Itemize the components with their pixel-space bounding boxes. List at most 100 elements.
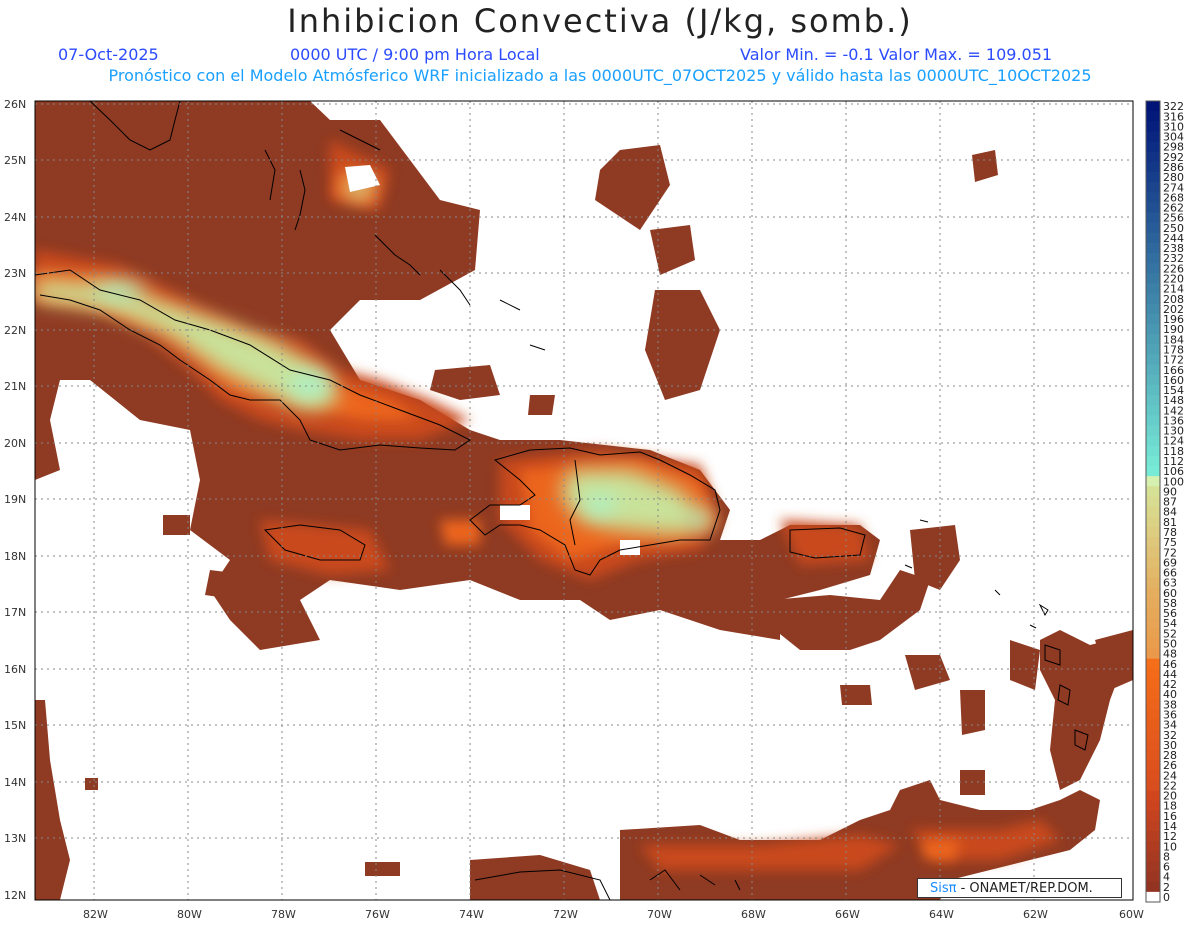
lat-label: 16N — [4, 663, 26, 676]
colorbar-swatch — [1146, 770, 1160, 781]
lat-label: 25N — [4, 154, 26, 167]
colorbar-swatch — [1146, 192, 1160, 203]
lat-label: 19N — [4, 493, 26, 506]
colorbar-swatch — [1146, 536, 1160, 548]
colorbar-swatch — [1146, 516, 1160, 528]
lon-label: 76W — [365, 908, 390, 921]
colorbar-swatch — [1146, 364, 1160, 376]
colorbar-swatch — [1146, 232, 1160, 244]
colorbar-swatch — [1146, 455, 1160, 467]
colorbar-swatch — [1146, 810, 1160, 822]
colorbar-swatch — [1146, 486, 1160, 497]
colorbar-swatch — [1146, 374, 1160, 386]
colorbar-swatch — [1146, 871, 1160, 883]
colorbar-swatch — [1146, 729, 1160, 741]
lat-label: 18N — [4, 550, 26, 563]
colorbar-swatch — [1146, 171, 1160, 183]
colorbar-swatch — [1146, 202, 1160, 214]
lat-label: 13N — [4, 832, 26, 845]
colorbar-swatch — [1146, 851, 1160, 862]
lat-label: 15N — [4, 719, 26, 732]
lon-label: 70W — [647, 908, 672, 921]
lon-label: 74W — [459, 908, 484, 921]
colorbar-swatch — [1146, 273, 1160, 285]
colorbar-swatch — [1146, 161, 1160, 173]
latitude-axis: 26N 25N 24N 23N 22N 21N 20N 19N 18N 17N … — [4, 98, 26, 902]
colorbar-swatch — [1146, 699, 1160, 710]
colorbar-swatch — [1146, 445, 1160, 457]
colorbar-swatch — [1146, 790, 1160, 802]
colorbar-swatch — [1146, 689, 1160, 700]
colorbar-swatch — [1146, 111, 1160, 122]
colorbar-swatch — [1146, 425, 1160, 437]
lon-label: 80W — [177, 908, 202, 921]
colorbar-swatch — [1146, 526, 1160, 538]
colorbar-swatch — [1146, 141, 1160, 153]
colorbar-swatch — [1146, 354, 1160, 366]
cin-field — [35, 101, 1133, 900]
colorbar-swatch — [1146, 212, 1160, 224]
colorbar-swatch — [1146, 496, 1160, 508]
lon-label: 72W — [553, 908, 578, 921]
colorbar-swatch — [1146, 121, 1160, 132]
colorbar-swatch — [1146, 435, 1160, 447]
colorbar-swatch — [1146, 709, 1160, 720]
credit-box: Sisπ - ONAMET/REP.DOM. — [917, 878, 1122, 898]
colorbar-swatch — [1146, 658, 1160, 670]
map-canvas: 26N 25N 24N 23N 22N 21N 20N 19N 18N 17N … — [4, 98, 1184, 921]
colorbar-swatch — [1146, 303, 1160, 315]
colorbar-swatch — [1146, 384, 1160, 396]
lon-label: 82W — [83, 908, 108, 921]
colorbar-swatch — [1146, 800, 1160, 812]
colorbar-swatch — [1146, 547, 1160, 558]
colorbar-swatch — [1146, 820, 1160, 832]
colorbar-swatch — [1146, 557, 1160, 568]
colorbar-swatch — [1146, 567, 1160, 579]
colorbar-swatch — [1146, 242, 1160, 254]
lat-label: 22N — [4, 324, 26, 337]
colorbar-swatch — [1146, 253, 1160, 264]
lon-label: 64W — [929, 908, 954, 921]
longitude-axis: 82W 80W 78W 76W 74W 72W 70W 68W 66W 64W … — [83, 908, 1144, 921]
colorbar-swatch — [1146, 334, 1160, 345]
colorbar-swatch — [1146, 749, 1160, 761]
sispi-logo: Sisπ — [930, 881, 957, 896]
colorbar-swatch — [1146, 405, 1160, 416]
colorbar-swatch — [1146, 618, 1160, 629]
colorbar-swatch — [1146, 739, 1160, 751]
colorbar-swatch — [1146, 881, 1160, 893]
lon-label: 78W — [271, 908, 296, 921]
colorbar-swatch — [1146, 395, 1160, 406]
colorbar-swatch — [1146, 415, 1160, 426]
colorbar-swatch — [1146, 263, 1160, 274]
colorbar-swatch — [1146, 101, 1160, 112]
colorbar-swatch — [1146, 222, 1160, 234]
colorbar-swatch — [1146, 891, 1160, 903]
colorbar-swatch — [1146, 283, 1160, 295]
colorbar-swatch — [1146, 638, 1160, 650]
credit-text: - ONAMET/REP.DOM. — [956, 881, 1093, 896]
lat-label: 24N — [4, 211, 26, 224]
colorbar-swatch — [1146, 182, 1160, 193]
colorbar-swatch — [1146, 344, 1160, 355]
colorbar-swatch — [1146, 131, 1160, 143]
colorbar-swatch — [1146, 678, 1160, 690]
colorbar-swatch — [1146, 506, 1160, 518]
lon-label: 68W — [741, 908, 766, 921]
lat-label: 12N — [4, 889, 26, 902]
colorbar-swatch — [1146, 597, 1160, 609]
colorbar-swatch — [1146, 466, 1160, 477]
colorbar-swatch — [1146, 313, 1160, 325]
colorbar-swatch — [1146, 841, 1160, 852]
colorbar-swatch — [1146, 151, 1160, 163]
colorbar-label: 0 — [1163, 891, 1170, 904]
colorbar-swatch — [1146, 324, 1160, 335]
colorbar-swatch — [1146, 587, 1160, 599]
colorbar-swatch — [1146, 861, 1160, 873]
colorbar-swatch — [1146, 607, 1160, 619]
colorbar-swatch — [1146, 668, 1160, 680]
colorbar-swatch — [1146, 719, 1160, 731]
lat-label: 20N — [4, 437, 26, 450]
lat-label: 14N — [4, 776, 26, 789]
lat-label: 21N — [4, 380, 26, 393]
